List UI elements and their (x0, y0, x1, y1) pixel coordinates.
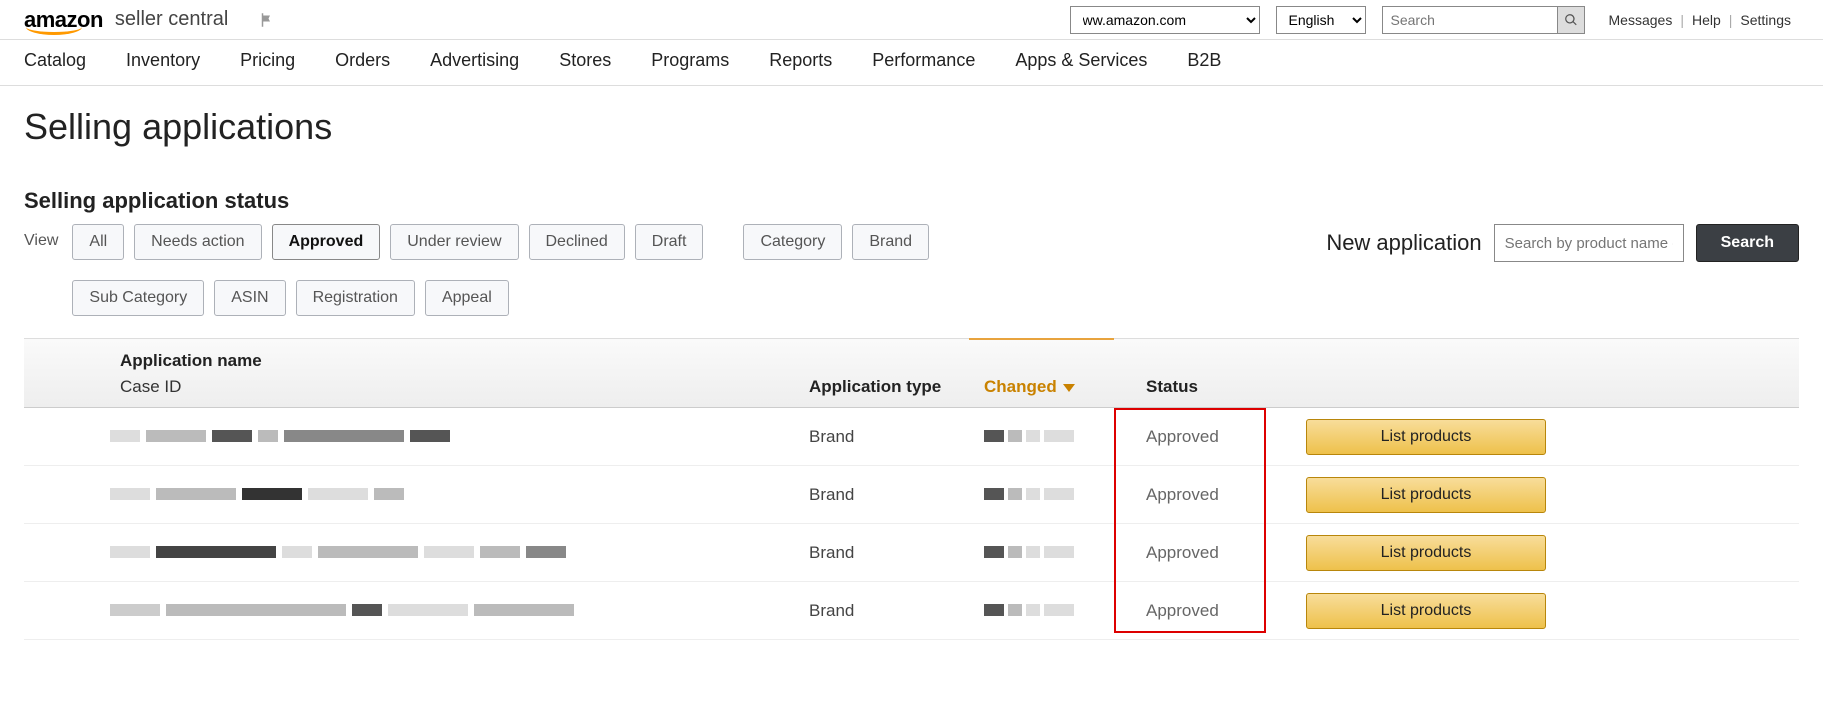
cell-type: Brand (809, 427, 854, 447)
header-search-input[interactable] (1382, 6, 1557, 34)
table-row: Brand Approved List products (24, 582, 1799, 640)
sort-desc-icon (1063, 384, 1075, 392)
nav-performance[interactable]: Performance (872, 50, 975, 71)
filter-registration[interactable]: Registration (296, 280, 415, 316)
cell-name-redacted (110, 430, 750, 444)
new-application-label: New application (1326, 230, 1481, 256)
nav-orders[interactable]: Orders (335, 50, 390, 71)
filter-approved[interactable]: Approved (272, 224, 381, 260)
list-products-button[interactable]: List products (1306, 477, 1546, 513)
cell-name-redacted (110, 488, 750, 502)
filter-under-review[interactable]: Under review (390, 224, 518, 260)
nav-catalog[interactable]: Catalog (24, 50, 86, 71)
logo-product: seller central (115, 8, 228, 31)
view-label: View (24, 224, 58, 250)
nav-inventory[interactable]: Inventory (126, 50, 200, 71)
nav-programs[interactable]: Programs (651, 50, 729, 71)
filter-category[interactable]: Category (743, 224, 842, 260)
cell-type: Brand (809, 485, 854, 505)
new-application-input[interactable] (1494, 224, 1684, 262)
header-links: Messages | Help | Settings (1601, 12, 1799, 28)
col-application-type[interactable]: Application type (809, 377, 941, 397)
col-application-name[interactable]: Application name Case ID (120, 351, 262, 397)
nav-b2b[interactable]: B2B (1187, 50, 1221, 71)
help-link[interactable]: Help (1684, 12, 1729, 28)
header-search (1382, 6, 1585, 34)
filter-buttons: All Needs action Approved Under review D… (72, 224, 972, 316)
table-row: Brand Approved List products (24, 524, 1799, 582)
filter-all[interactable]: All (72, 224, 124, 260)
logo[interactable]: amazon seller central (24, 7, 228, 33)
filter-asin[interactable]: ASIN (214, 280, 285, 316)
cell-type: Brand (809, 601, 854, 621)
nav-stores[interactable]: Stores (559, 50, 611, 71)
list-products-button[interactable]: List products (1306, 593, 1546, 629)
search-icon (1564, 13, 1578, 27)
filter-declined[interactable]: Declined (529, 224, 625, 260)
nav-advertising[interactable]: Advertising (430, 50, 519, 71)
cell-changed-redacted (984, 604, 1084, 618)
sort-indicator-line (969, 338, 1114, 340)
header-search-button[interactable] (1557, 6, 1585, 34)
list-products-button[interactable]: List products (1306, 535, 1546, 571)
applications-table: Application name Case ID Application typ… (24, 338, 1799, 640)
settings-link[interactable]: Settings (1732, 12, 1799, 28)
cell-status: Approved (1146, 485, 1219, 505)
page-subtitle: Selling application status (24, 188, 1799, 214)
messages-link[interactable]: Messages (1601, 12, 1681, 28)
table-row: Brand Approved List products (24, 408, 1799, 466)
flag-icon[interactable] (258, 9, 276, 31)
table-row: Brand Approved List products (24, 466, 1799, 524)
filter-area: View All Needs action Approved Under rev… (24, 224, 1799, 316)
filter-brand[interactable]: Brand (852, 224, 929, 260)
filter-draft[interactable]: Draft (635, 224, 704, 260)
nav-apps-services[interactable]: Apps & Services (1015, 50, 1147, 71)
main-nav: Catalog Inventory Pricing Orders Adverti… (0, 40, 1823, 86)
list-products-button[interactable]: List products (1306, 419, 1546, 455)
filter-needs-action[interactable]: Needs action (134, 224, 261, 260)
nav-pricing[interactable]: Pricing (240, 50, 295, 71)
marketplace-select[interactable]: ww.amazon.com (1070, 6, 1260, 34)
table-header: Application name Case ID Application typ… (24, 339, 1799, 408)
top-header: amazon seller central ww.amazon.com Engl… (0, 0, 1823, 40)
cell-status: Approved (1146, 427, 1219, 447)
cell-changed-redacted (984, 488, 1084, 502)
cell-changed-redacted (984, 546, 1084, 560)
cell-type: Brand (809, 543, 854, 563)
new-application-search-button[interactable]: Search (1696, 224, 1799, 262)
page-body: Selling applications Selling application… (0, 86, 1823, 640)
nav-reports[interactable]: Reports (769, 50, 832, 71)
col-status[interactable]: Status (1146, 377, 1198, 397)
new-application: New application Search (1326, 224, 1799, 262)
amazon-smile-icon (26, 27, 82, 35)
page-title: Selling applications (24, 106, 1799, 148)
cell-changed-redacted (984, 430, 1084, 444)
filter-appeal[interactable]: Appeal (425, 280, 509, 316)
col-changed[interactable]: Changed (984, 377, 1075, 397)
cell-name-redacted (110, 546, 750, 560)
cell-status: Approved (1146, 543, 1219, 563)
cell-name-redacted (110, 604, 750, 618)
cell-status: Approved (1146, 601, 1219, 621)
language-select[interactable]: English (1276, 6, 1366, 34)
filter-sub-category[interactable]: Sub Category (72, 280, 204, 316)
logo-brand: amazon (24, 7, 103, 33)
